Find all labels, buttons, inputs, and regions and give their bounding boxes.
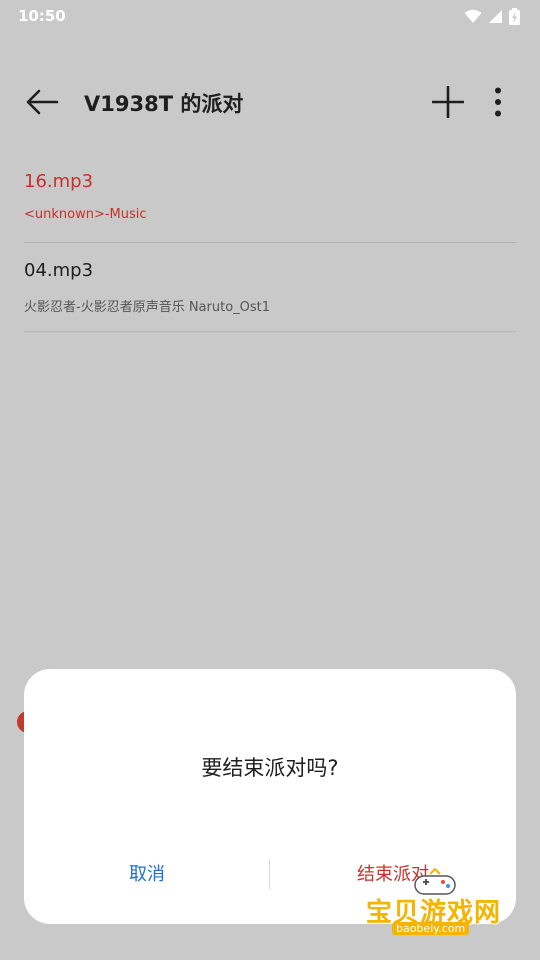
signal-icon (488, 9, 503, 24)
plus-icon (432, 86, 464, 118)
status-time: 10:50 (18, 7, 66, 25)
more-vertical-icon (495, 87, 501, 117)
more-options-button[interactable] (484, 82, 512, 122)
song-artist-album: <unknown>-Music (24, 207, 147, 222)
wifi-icon (464, 9, 482, 24)
cancel-button[interactable]: 取消 (24, 843, 270, 903)
status-icons (464, 7, 520, 25)
toolbar: V1938T 的派对 (0, 70, 540, 134)
watermark-url: baobeiy.com (392, 922, 470, 935)
battery-charging-icon (509, 7, 520, 25)
watermark: 宝贝游戏网 baobeiy.com (360, 868, 520, 942)
song-title: 16.mp3 (24, 171, 94, 192)
page-title: V1938T 的派对 (84, 92, 244, 116)
add-button[interactable] (428, 82, 468, 122)
song-artist-album: 火影忍者-火影忍者原声音乐 Naruto_Ost1 (24, 300, 271, 315)
arrow-left-icon (26, 89, 59, 115)
back-button[interactable] (22, 84, 62, 120)
song-list: 16.mp3 <unknown>-Music 04.mp3 火影忍者-火影忍者原… (24, 154, 516, 332)
song-item[interactable]: 04.mp3 火影忍者-火影忍者原声音乐 Naruto_Ost1 (24, 243, 516, 332)
song-item-playing[interactable]: 16.mp3 <unknown>-Music (24, 154, 516, 243)
song-title: 04.mp3 (24, 260, 94, 281)
dialog-message: 要结束派对吗? (201, 756, 339, 780)
status-bar: 10:50 (0, 0, 540, 32)
